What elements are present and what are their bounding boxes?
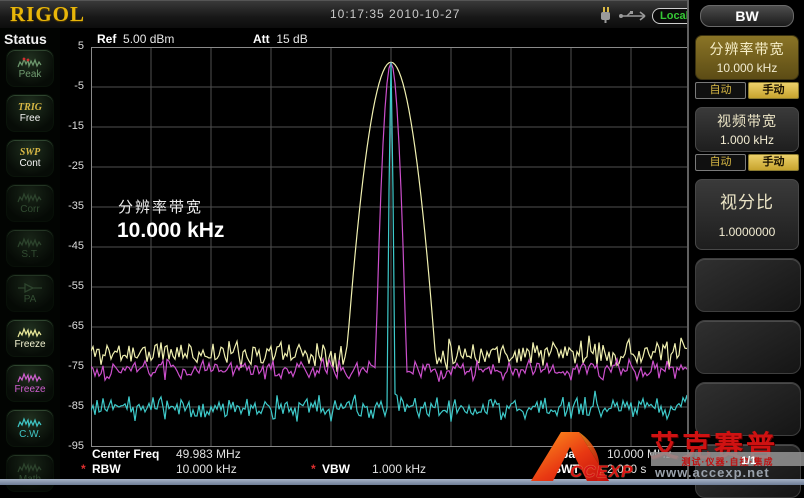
- softkey-title: 视频带宽: [696, 111, 798, 131]
- status-indicator-freeze-yellow: Freeze: [6, 319, 54, 357]
- manual-toggle-button[interactable]: 手动: [748, 154, 799, 171]
- menu-header-bw: BW: [700, 5, 794, 27]
- status-indicator-cw: C.W.: [6, 409, 54, 447]
- center-freq-readout: Center Freq: [92, 447, 159, 461]
- vbw-readout: VBW: [322, 462, 350, 476]
- status-indicator-math: Math: [6, 454, 54, 492]
- watermark-tagline-bar: 测试·仪器·自控·集成: [651, 452, 804, 466]
- datetime-display: 10:17:35 2010-10-27: [330, 7, 460, 21]
- status-indicator-pa: PA: [6, 274, 54, 312]
- auto-toggle-button[interactable]: 自动: [695, 154, 746, 171]
- y-tick-label: -15: [56, 120, 84, 132]
- y-tick-label: -5: [56, 80, 84, 92]
- status-indicator-freeze-magenta: Freeze: [6, 364, 54, 402]
- status-label: Free: [20, 113, 41, 124]
- waveform-icon: [17, 237, 43, 249]
- status-label: Cont: [19, 158, 40, 169]
- att-value: 15 dB: [276, 32, 307, 46]
- y-tick-label: -55: [56, 280, 84, 292]
- rbw-annotation-value: 10.000 kHz: [117, 219, 224, 243]
- y-tick-label: 5: [56, 40, 84, 52]
- auto-manual-toggle: 自动手动: [695, 154, 799, 171]
- rbw-annotation-title: 分辨率带宽: [118, 196, 203, 217]
- y-tick-label: -75: [56, 360, 84, 372]
- waveform-icon: [17, 327, 43, 339]
- y-tick-label: -65: [56, 320, 84, 332]
- status-title: Status: [0, 28, 60, 49]
- y-tick-label: -85: [56, 400, 84, 412]
- status-label: Peak: [19, 69, 42, 80]
- status-label: Freeze: [14, 339, 45, 350]
- softkey-video-bw[interactable]: 视频带宽 1.000 kHz: [695, 107, 799, 152]
- status-tag: SWP: [20, 147, 41, 158]
- softkey-value: 1.0000000: [696, 225, 798, 239]
- grid-lines: [91, 47, 691, 447]
- spectrum-graticule: [91, 47, 691, 447]
- status-label: PA: [24, 294, 37, 305]
- attenuation-readout: Att 15 dB: [253, 32, 308, 46]
- softkey-title: 分辨率带宽: [696, 39, 798, 59]
- y-tick-label: -25: [56, 160, 84, 172]
- softkey-resolution-bw[interactable]: 分辨率带宽 10.000 kHz: [695, 35, 799, 80]
- vbw-value: 1.000 kHz: [372, 462, 426, 476]
- accexp-watermark-text: CCEXP: [570, 462, 634, 482]
- y-tick-label: -95: [56, 440, 84, 452]
- auto-manual-toggle: 自动手动: [695, 82, 799, 99]
- waveform-icon: [17, 192, 43, 204]
- manual-toggle-button[interactable]: 手动: [748, 82, 799, 99]
- y-tick-label: -45: [56, 240, 84, 252]
- rbw-readout: RBW: [92, 462, 121, 476]
- status-label: Corr: [20, 204, 39, 215]
- waveform-peak-icon: [17, 57, 43, 69]
- auto-toggle-button[interactable]: 自动: [695, 82, 746, 99]
- att-label: Att: [253, 32, 270, 46]
- status-sidebar: Status Peak TRIGFree SWPCont Corr S.T. PA Free…: [0, 28, 60, 485]
- waveform-icon: [17, 372, 43, 384]
- waveform-icon: [17, 462, 43, 474]
- watermark-url: www.accexp.net: [655, 465, 770, 480]
- vbw-changed-marker: *: [311, 462, 316, 476]
- y-tick-label: -35: [56, 200, 84, 212]
- status-indicator-peak: Peak: [6, 49, 54, 87]
- rbw-changed-marker: *: [81, 462, 86, 476]
- menu-page-indicator: 1/1: [741, 455, 756, 467]
- status-indicator-trig-free: TRIGFree: [6, 94, 54, 132]
- status-label: C.W.: [19, 429, 41, 440]
- waveform-icon: [17, 417, 43, 429]
- softkey-vbw-rbw-ratio[interactable]: 视分比 1.0000000: [695, 179, 799, 250]
- status-indicator-corr: Corr: [6, 184, 54, 222]
- center-freq-value: 49.983 MHz: [176, 447, 241, 461]
- softkey-value: 1.000 kHz: [696, 133, 798, 147]
- ref-level-readout: Ref 5.00 dBm: [97, 32, 174, 46]
- ref-label: Ref: [97, 32, 116, 46]
- top-status-bar: RIGOL 10:17:35 2010-10-27 Local: [0, 0, 687, 29]
- softkey-title: 视分比: [696, 188, 798, 213]
- status-label: Freeze: [14, 384, 45, 395]
- rigol-logo: RIGOL: [10, 2, 85, 27]
- power-plug-icon: [597, 6, 614, 24]
- status-label: S.T.: [21, 249, 38, 260]
- softkey-blank-1[interactable]: [695, 258, 801, 312]
- ref-value: 5.00 dBm: [123, 32, 174, 46]
- status-tag: TRIG: [18, 102, 42, 113]
- preamp-icon: [17, 282, 43, 294]
- usb-icon: [618, 10, 648, 22]
- status-indicator-st: S.T.: [6, 229, 54, 267]
- softkey-blank-2[interactable]: [695, 320, 801, 374]
- rbw-value: 10.000 kHz: [176, 462, 237, 476]
- status-indicator-swp-cont: SWPCont: [6, 139, 54, 177]
- softkey-value: 10.000 kHz: [696, 61, 798, 75]
- softkey-menu-panel: BW 分辨率带宽10.000 kHz自动手动视频带宽1.000 kHz自动手动视…: [687, 0, 804, 485]
